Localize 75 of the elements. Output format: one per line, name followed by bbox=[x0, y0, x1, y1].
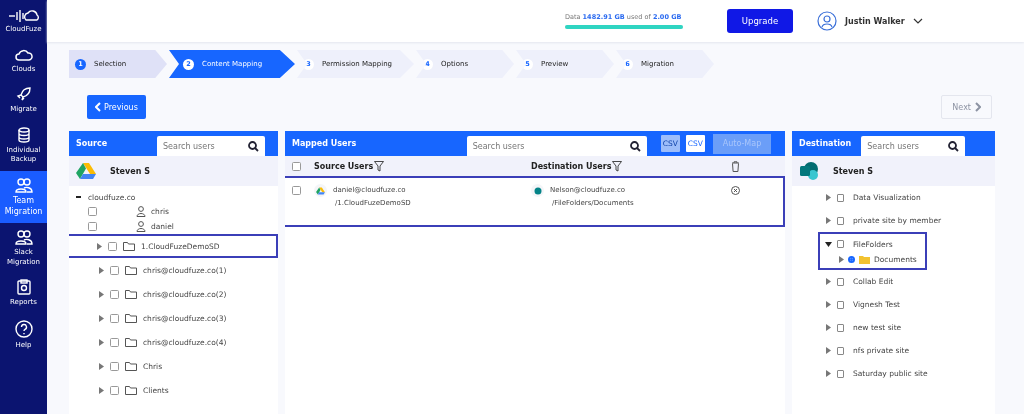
checkbox[interactable] bbox=[292, 186, 301, 195]
chevron-down-icon[interactable] bbox=[912, 18, 923, 24]
sharepoint-logo-icon bbox=[799, 161, 819, 181]
folder-icon bbox=[125, 313, 137, 323]
checkbox[interactable] bbox=[110, 265, 119, 275]
checkbox[interactable] bbox=[837, 369, 844, 378]
column-header: Destination Users bbox=[531, 161, 612, 171]
trash-icon[interactable] bbox=[731, 160, 740, 172]
expand-arrow-icon bbox=[99, 362, 104, 370]
checkbox[interactable] bbox=[110, 385, 119, 395]
panel-title: Destination bbox=[799, 139, 852, 148]
expand-arrow-icon bbox=[99, 290, 104, 298]
drive-logo-icon bbox=[76, 162, 96, 180]
nav-item[interactable]: Team Migration bbox=[0, 170, 47, 224]
folder-icon bbox=[123, 241, 135, 251]
database-icon bbox=[16, 126, 31, 143]
expand-arrow-icon bbox=[99, 266, 104, 274]
expand-arrow-icon bbox=[97, 242, 102, 250]
upgrade-button[interactable]: Upgrade bbox=[727, 9, 793, 33]
checkbox[interactable] bbox=[108, 241, 117, 251]
account-name: Steven S bbox=[833, 166, 873, 176]
checkbox[interactable] bbox=[837, 323, 844, 332]
expand-arrow-icon bbox=[99, 338, 104, 346]
previous-button[interactable]: Previous bbox=[87, 95, 146, 119]
checkbox[interactable] bbox=[88, 222, 97, 231]
remove-icon[interactable] bbox=[731, 186, 740, 195]
panel-title: Source bbox=[76, 139, 108, 148]
account-name: Steven S bbox=[110, 166, 150, 176]
expand-arrow-icon[interactable] bbox=[825, 240, 832, 248]
search-field[interactable]: Search users bbox=[861, 136, 966, 156]
cloud-icon bbox=[14, 48, 33, 62]
checkbox[interactable] bbox=[110, 289, 119, 299]
user-icon bbox=[136, 221, 146, 232]
search-field[interactable]: Search users bbox=[157, 136, 265, 156]
checkbox[interactable] bbox=[837, 277, 844, 286]
chevron-left-icon bbox=[95, 102, 101, 112]
panel-title: Mapped Users bbox=[292, 139, 357, 148]
rocket-icon bbox=[15, 86, 32, 103]
help-icon bbox=[14, 319, 33, 338]
folder-icon bbox=[125, 265, 137, 275]
logo-icon bbox=[6, 9, 41, 23]
user-icon bbox=[136, 206, 146, 217]
checkbox[interactable] bbox=[110, 337, 119, 347]
expand-arrow-icon bbox=[99, 314, 104, 322]
chevron-right-icon bbox=[975, 102, 981, 112]
search-field[interactable]: Search users bbox=[466, 136, 647, 156]
select-all-checkbox[interactable] bbox=[292, 161, 301, 171]
checkbox[interactable] bbox=[88, 207, 97, 216]
user-name[interactable]: Justin Walker bbox=[845, 16, 905, 26]
users-icon bbox=[14, 229, 33, 246]
drive-logo-icon bbox=[316, 186, 325, 195]
expand-arrow-icon bbox=[99, 386, 104, 394]
checkbox[interactable] bbox=[837, 240, 844, 248]
checkbox[interactable] bbox=[110, 313, 119, 323]
filter-icon[interactable] bbox=[612, 160, 623, 172]
search-icon bbox=[948, 141, 960, 152]
radio-button[interactable] bbox=[848, 255, 855, 263]
user-avatar-icon bbox=[817, 11, 837, 31]
users-icon bbox=[14, 176, 33, 193]
folder-icon bbox=[125, 385, 137, 395]
folder-icon bbox=[125, 361, 137, 371]
column-header: Source Users bbox=[314, 161, 374, 171]
search-icon bbox=[248, 141, 259, 152]
clipboard-icon bbox=[16, 279, 31, 296]
sharepoint-logo-icon bbox=[533, 186, 542, 195]
filter-icon[interactable] bbox=[374, 160, 385, 172]
checkbox[interactable] bbox=[837, 193, 844, 202]
search-icon bbox=[629, 141, 641, 152]
folder-icon bbox=[859, 254, 870, 264]
checkbox[interactable] bbox=[837, 300, 844, 309]
folder-icon bbox=[125, 337, 137, 347]
checkbox[interactable] bbox=[110, 361, 119, 371]
folder-icon bbox=[125, 289, 137, 299]
checkbox[interactable] bbox=[837, 216, 844, 225]
checkbox[interactable] bbox=[837, 346, 844, 355]
